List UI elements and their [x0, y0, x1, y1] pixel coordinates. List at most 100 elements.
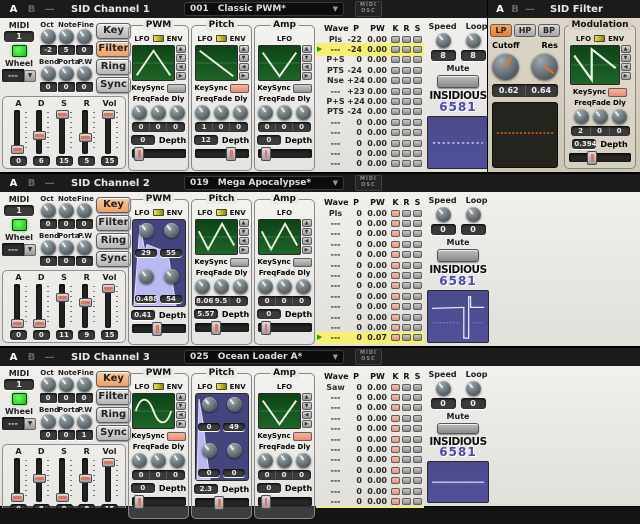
pwm-depth-slider[interactable]	[132, 497, 186, 506]
pwm-depth-value[interactable]: 0	[131, 483, 155, 493]
s-toggle-button[interactable]	[413, 394, 422, 401]
variation-a-tab[interactable]: A	[7, 352, 20, 363]
a-slider-handle[interactable]	[11, 319, 24, 328]
k-toggle-button[interactable]	[391, 324, 400, 331]
pattern-row[interactable]: PTS-240.00	[317, 107, 423, 117]
speed-knob[interactable]	[436, 33, 451, 48]
amp-freqfade-value-3[interactable]: 0	[293, 297, 310, 305]
pitch-wave-left-button[interactable]: ◀	[239, 237, 249, 245]
pitch-depth-slider-handle[interactable]	[211, 321, 221, 335]
r-toggle-button[interactable]	[402, 210, 411, 217]
k-toggle-button[interactable]	[391, 88, 400, 95]
wave-cell[interactable]: ---	[324, 128, 347, 137]
r-toggle-button[interactable]	[402, 220, 411, 227]
pattern-row[interactable]: ---+230.00	[317, 86, 423, 96]
variation-a-tab[interactable]: A	[7, 4, 20, 15]
pattern-row[interactable]: ▶----240.00	[317, 44, 423, 54]
speed-value[interactable]: 8	[431, 50, 456, 61]
pitch-freqfade-value-2[interactable]: 9.5	[213, 297, 230, 305]
k-toggle-button[interactable]	[391, 303, 400, 310]
s-toggle-button[interactable]	[413, 446, 422, 453]
pulsewidth-cell[interactable]: 0.00	[365, 403, 390, 412]
s-toggle-button[interactable]	[413, 140, 422, 147]
pwm-wave-right-button[interactable]: ▶	[176, 420, 186, 428]
wheel-mode-select[interactable]: --- ▼	[2, 243, 36, 256]
amp-freqfade-value-1[interactable]: 0	[259, 297, 276, 305]
pitch-freqfade-knob-2[interactable]	[214, 279, 229, 294]
amp-wave-up-button[interactable]: ▲	[302, 45, 312, 53]
pulsewidth-cell[interactable]: 0.00	[365, 281, 390, 290]
amp-freqfade-knob-3[interactable]	[296, 105, 311, 120]
pwm-freqfade-value-2[interactable]: 0	[150, 471, 167, 479]
r-slider[interactable]	[79, 457, 95, 503]
pattern-row[interactable]: Pls-220.00	[317, 34, 423, 44]
mode-key-button[interactable]: Key	[96, 197, 131, 213]
pattern-row[interactable]: P+S00.00	[317, 55, 423, 65]
pwm-wave-down-button[interactable]: ▼	[176, 402, 186, 410]
mode-filter-button[interactable]: Filter	[96, 41, 131, 57]
res-value[interactable]: 0.64	[526, 85, 558, 96]
amp-freqfade-value-1[interactable]: 0	[259, 471, 276, 479]
pwm-depth-slider-handle[interactable]	[134, 147, 144, 161]
cutoff-value[interactable]: 0.62	[493, 85, 526, 96]
s-toggle-button[interactable]	[413, 334, 422, 341]
pattern-row[interactable]: ---00.00	[317, 148, 423, 158]
pw-knob[interactable]	[77, 66, 92, 81]
pwm-env-knob-3[interactable]	[139, 269, 154, 284]
loop-value[interactable]: 0	[461, 398, 486, 409]
pitch-cell[interactable]: -22	[347, 35, 365, 44]
amp-freqfade-value-2[interactable]: 0	[276, 123, 293, 131]
pwm-freqfade-knob-3[interactable]	[170, 105, 185, 120]
pattern-row[interactable]: ---00.00	[317, 291, 423, 301]
r-slider-handle[interactable]	[79, 133, 92, 142]
s-toggle-button[interactable]	[413, 77, 422, 84]
note-knob[interactable]	[59, 377, 74, 392]
variation-b-tab[interactable]: B	[25, 4, 38, 15]
pulsewidth-cell[interactable]: 0.00	[365, 393, 390, 402]
d-slider[interactable]	[33, 109, 49, 155]
amp-freqfade-knob-3[interactable]	[296, 279, 311, 294]
amp-depth-value[interactable]: 0	[257, 309, 281, 319]
pitch-depth-slider-handle[interactable]	[226, 147, 236, 161]
amp-wave-down-button[interactable]: ▼	[302, 402, 312, 410]
oct-knob[interactable]	[41, 377, 56, 392]
r-toggle-button[interactable]	[402, 140, 411, 147]
pitch-cell[interactable]: 0	[347, 159, 365, 168]
amp-keysync-button[interactable]	[293, 258, 312, 267]
k-toggle-button[interactable]	[391, 262, 400, 269]
amp-freqfade-knob-2[interactable]	[277, 453, 292, 468]
res-knob[interactable]	[531, 53, 558, 80]
mode-key-button[interactable]: Key	[96, 23, 131, 39]
r-toggle-button[interactable]	[402, 67, 411, 74]
pulsewidth-cell[interactable]: 0.00	[365, 97, 390, 106]
fine-value[interactable]: 0	[76, 393, 93, 403]
fine-knob[interactable]	[77, 29, 92, 44]
k-toggle-button[interactable]	[391, 498, 400, 505]
r-slider-handle[interactable]	[79, 474, 92, 483]
pulsewidth-cell[interactable]: 0.00	[365, 35, 390, 44]
r-toggle-button[interactable]	[402, 477, 411, 484]
s-toggle-button[interactable]	[413, 456, 422, 463]
mode-ring-button[interactable]: Ring	[96, 233, 131, 249]
pulsewidth-cell[interactable]: 0.00	[365, 87, 390, 96]
vol-slider[interactable]	[102, 109, 118, 155]
oct-value[interactable]: 0	[40, 393, 57, 403]
k-toggle-button[interactable]	[391, 36, 400, 43]
k-toggle-button[interactable]	[391, 415, 400, 422]
pitch-keysync-button[interactable]	[230, 84, 249, 93]
midi-channel-value[interactable]: 1	[4, 31, 34, 42]
amp-freqfade-knob-1[interactable]	[258, 105, 273, 120]
d-slider[interactable]	[33, 283, 49, 329]
pulsewidth-cell[interactable]: 0.00	[365, 302, 390, 311]
r-toggle-button[interactable]	[402, 98, 411, 105]
pulsewidth-cell[interactable]: 0.00	[365, 209, 390, 218]
pitch-cell[interactable]: 0	[347, 149, 365, 158]
wave-cell[interactable]: ---	[324, 476, 347, 485]
pwm-wave-up-button[interactable]: ▲	[176, 393, 186, 401]
r-toggle-button[interactable]	[402, 488, 411, 495]
pulsewidth-cell[interactable]: 0.00	[365, 219, 390, 228]
wave-cell[interactable]: ---	[324, 323, 347, 332]
amp-wave-down-button[interactable]: ▼	[302, 54, 312, 62]
amp-freqfade-value-3[interactable]: 0	[293, 123, 310, 131]
s-toggle-button[interactable]	[413, 314, 422, 321]
